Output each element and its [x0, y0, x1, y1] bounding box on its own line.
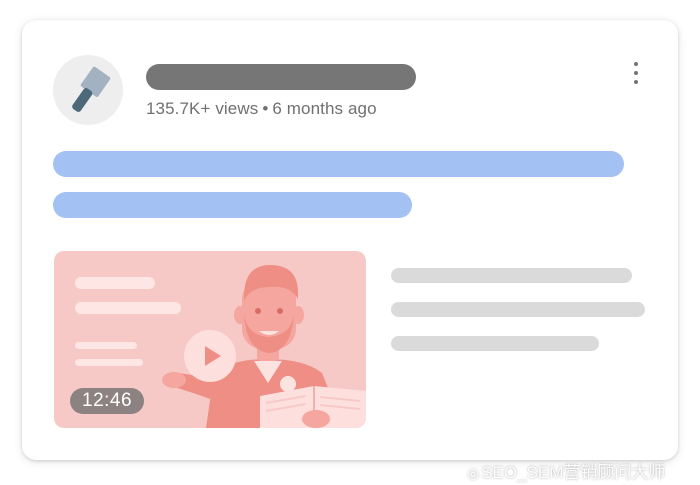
- related-text-line-2: [391, 302, 645, 317]
- thumbnail-text-line: [75, 342, 137, 349]
- channel-avatar[interactable]: [53, 55, 123, 125]
- meta-separator: •: [262, 99, 269, 118]
- watermark-text: SEO_SEM营销顾问大师: [481, 463, 666, 482]
- watermark: ◎ SEO_SEM营销顾问大师: [467, 458, 665, 483]
- play-icon: [205, 346, 221, 366]
- thumbnail-text-line: [75, 302, 181, 314]
- video-duration-badge: 12:46: [70, 388, 145, 414]
- description-line-1: [53, 151, 624, 177]
- thumbnail-text-line: [75, 359, 143, 366]
- upload-age: 6 months ago: [272, 99, 377, 118]
- related-text-line-1: [391, 268, 632, 283]
- play-button[interactable]: [184, 330, 236, 382]
- hammer-icon: [72, 66, 111, 112]
- weibo-icon: ◎: [467, 465, 480, 481]
- video-title-placeholder[interactable]: [146, 64, 416, 90]
- description-line-2: [53, 192, 412, 218]
- thumbnail-text-line: [75, 277, 155, 289]
- related-text-line-3: [391, 336, 599, 351]
- view-count: 135.7K+ views: [146, 99, 259, 118]
- video-post-card: 135.7K+ views • 6 months ago 12:46: [22, 20, 678, 460]
- video-thumbnail[interactable]: 12:46: [54, 251, 366, 428]
- more-vert-icon[interactable]: [628, 60, 644, 86]
- video-meta: 135.7K+ views • 6 months ago: [146, 99, 377, 119]
